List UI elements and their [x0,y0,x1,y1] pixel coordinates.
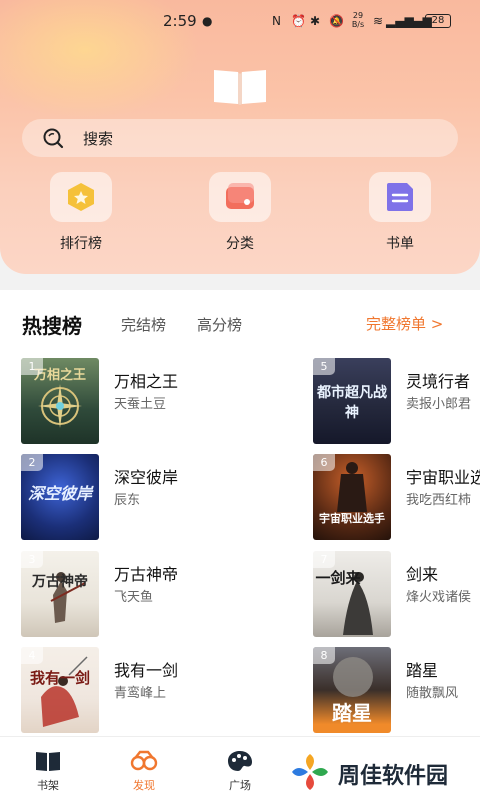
rank-badge: 7 [313,551,335,568]
watermark-logo-icon [292,754,328,790]
book-title: 灵境行者 [406,372,471,391]
bluetooth-icon: ✱ [310,14,321,28]
bookshelf-icon [36,752,60,771]
rank-badge: 8 [313,647,335,664]
book-title: 踏星 [406,661,439,680]
net-speed: 29 B/s [351,11,365,29]
book-cover: 踏星 8 [313,647,391,733]
book-author: 随散飘风 [406,686,459,701]
rank-badge: 1 [21,358,43,375]
book-title: 剑来 [406,565,439,584]
book-author: 烽火戏诸侯 [406,590,472,605]
nav-square[interactable]: 广场 [210,737,270,793]
booklist-icon [387,183,413,211]
rank-badge: 3 [21,551,43,568]
ranking-tile [50,172,112,222]
rank-badge: 2 [21,454,43,471]
shortcut-ranking-label: 排行榜 [60,236,102,252]
discover-icon [130,750,158,771]
book-item[interactable]: 踏星 8 踏星 随散飘风 [313,647,480,733]
wifi-icon: ≋ [373,14,384,28]
open-book-icon [214,70,266,105]
category-icon [226,183,254,209]
book-title: 深空彼岸 [114,468,179,487]
booklist-tile [369,172,431,222]
square-icon [228,751,252,771]
book-item[interactable]: 万相之王 1 万相之王 天蚕土豆 [21,358,281,444]
mute-icon: 🔕 [329,14,344,28]
book-cover: 宇宙职业选手 6 [313,454,391,540]
search-bar[interactable]: 搜索 [22,119,458,157]
tab-completed[interactable]: 完结榜 [121,314,166,335]
watermark-text: 周佳软件园 [338,764,449,789]
book-item[interactable]: 万古神帝 3 万古神帝 飞天鱼 [21,551,281,637]
shortcut-ranking[interactable]: 排行榜 [49,172,113,253]
book-item[interactable]: 深空彼岸 2 深空彼岸 辰东 [21,454,281,540]
cover-title: 宇宙职业选手 [319,512,385,525]
nav-discover-label: 发现 [133,779,155,792]
tab-top-rated[interactable]: 高分榜 [197,314,242,335]
book-cover: 都市超凡战神 5 [313,358,391,444]
cover-title: 万古神帝 [32,574,88,590]
cover-title: 都市超凡战神 [317,385,387,421]
nav-square-label: 广场 [229,779,251,792]
shortcut-category-label: 分类 [226,236,254,252]
book-author: 飞天鱼 [114,590,154,605]
shortcut-category[interactable]: 分类 [208,172,272,253]
book-item[interactable]: 宇宙职业选手 6 宇宙职业选手 我吃西红柿 [313,454,480,540]
rank-badge: 5 [313,358,335,375]
book-author: 天蚕土豆 [114,397,167,412]
book-title: 万相之王 [114,372,179,391]
wechat-icon: ● [202,14,213,28]
book-item[interactable]: 都市超凡战神 5 灵境行者 卖报小郎君 [313,358,480,444]
watermark: 周佳软件园 [288,748,478,796]
tab-hot-search[interactable]: 热搜榜 [22,310,82,339]
book-author: 辰东 [114,493,141,508]
book-cover: 一剑来 7 [313,551,391,637]
book-title: 我有一剑 [114,661,179,680]
shortcut-booklist[interactable]: 书单 [368,172,432,253]
book-title: 宇宙职业选手 [406,468,480,487]
book-item[interactable]: 一剑来 7 剑来 烽火戏诸侯 [313,551,480,637]
cover-title: 踏星 [332,701,372,725]
nav-discover[interactable]: 发现 [114,737,174,793]
category-tile [209,172,271,222]
nav-bookshelf-label: 书架 [37,779,59,792]
book-author: 我吃西红柿 [406,493,472,508]
book-cover: 深空彼岸 2 [21,454,99,540]
status-bar: 2:59 ● N ⏰ ✱ 🔕 29 B/s ≋ ▂▄▆ ▂▄▆ 28 [0,0,480,44]
rank-badge: 6 [313,454,335,471]
search-icon [43,128,64,149]
book-author: 卖报小郎君 [406,397,472,412]
shortcut-booklist-label: 书单 [386,236,414,252]
cover-title: 深空彼岸 [27,484,92,503]
cover-title: 我有一剑 [29,669,90,687]
book-cover: 万相之王 1 [21,358,99,444]
battery-indicator: 28 [425,14,451,28]
nav-bookshelf[interactable]: 书架 [18,737,78,793]
ranking-card: 热搜榜 完结榜 高分榜 完整榜单 > 万相之王 1 万相之王 天蚕土豆 深空彼岸… [0,290,480,736]
nfc-icon: N [272,14,281,28]
status-time: 2:59 [163,12,197,30]
book-author: 青鸾峰上 [114,686,167,701]
book-cover: 我有一剑 4 [21,647,99,733]
rank-badge: 4 [21,647,43,664]
book-cover: 万古神帝 3 [21,551,99,637]
full-ranking-link[interactable]: 完整榜单 > [366,313,443,334]
search-placeholder: 搜索 [83,130,114,148]
book-item[interactable]: 我有一剑 4 我有一剑 青鸾峰上 [21,647,281,733]
ranking-icon [68,183,94,211]
cover-title: 一剑来 [315,569,361,587]
book-title: 万古神帝 [114,565,179,584]
alarm-icon: ⏰ [291,14,306,28]
